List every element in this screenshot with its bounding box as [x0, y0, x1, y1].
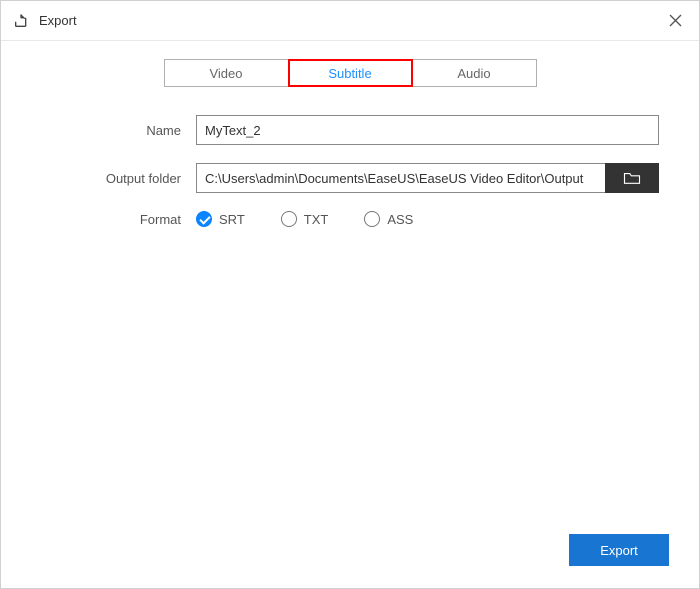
name-label: Name [41, 123, 196, 138]
folder-icon [623, 171, 641, 185]
footer: Export [1, 534, 699, 588]
export-button[interactable]: Export [569, 534, 669, 566]
tab-audio[interactable]: Audio [412, 59, 537, 87]
format-radio-label: SRT [219, 212, 245, 227]
format-label: Format [41, 212, 196, 227]
close-icon [669, 14, 682, 27]
format-options: SRT TXT ASS [196, 211, 413, 227]
format-radio-srt[interactable]: SRT [196, 211, 245, 227]
name-input[interactable] [196, 115, 659, 145]
radio-icon [196, 211, 212, 227]
radio-icon [281, 211, 297, 227]
browse-folder-button[interactable] [605, 163, 659, 193]
content-area: Video Subtitle Audio Name Output folder … [1, 41, 699, 534]
export-dialog: Export Video Subtitle Audio Name Output … [0, 0, 700, 589]
tab-video[interactable]: Video [164, 59, 289, 87]
output-folder-row: Output folder [41, 163, 659, 193]
name-row: Name [41, 115, 659, 145]
radio-icon [364, 211, 380, 227]
format-radio-txt[interactable]: TXT [281, 211, 329, 227]
output-folder-input[interactable] [196, 163, 605, 193]
format-row: Format SRT TXT ASS [41, 211, 659, 227]
export-icon [13, 13, 29, 29]
tab-subtitle[interactable]: Subtitle [288, 59, 413, 87]
tab-group: Video Subtitle Audio [41, 59, 659, 87]
format-radio-ass[interactable]: ASS [364, 211, 413, 227]
titlebar: Export [1, 1, 699, 41]
dialog-title: Export [39, 13, 663, 28]
format-radio-label: TXT [304, 212, 329, 227]
output-folder-label: Output folder [41, 171, 196, 186]
format-radio-label: ASS [387, 212, 413, 227]
close-button[interactable] [663, 9, 687, 33]
